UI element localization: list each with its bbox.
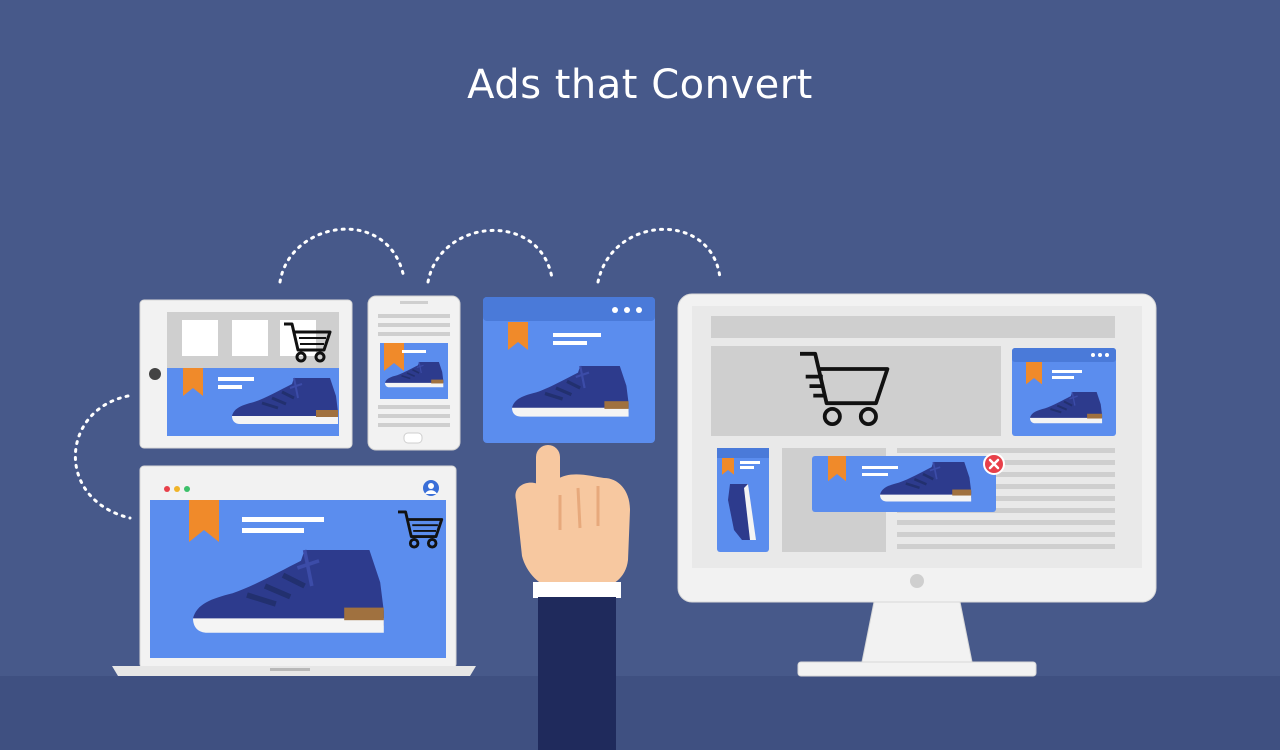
devices-illustration <box>0 227 1280 750</box>
close-icon <box>983 453 1005 475</box>
illustration: Ads that Convert <box>0 0 1280 750</box>
floating-ad-card <box>483 297 655 443</box>
phone-device <box>367 295 461 451</box>
desktop-monitor <box>677 293 1157 677</box>
floor <box>0 676 1280 750</box>
tablet-device <box>139 299 353 449</box>
laptop-device <box>112 465 476 676</box>
